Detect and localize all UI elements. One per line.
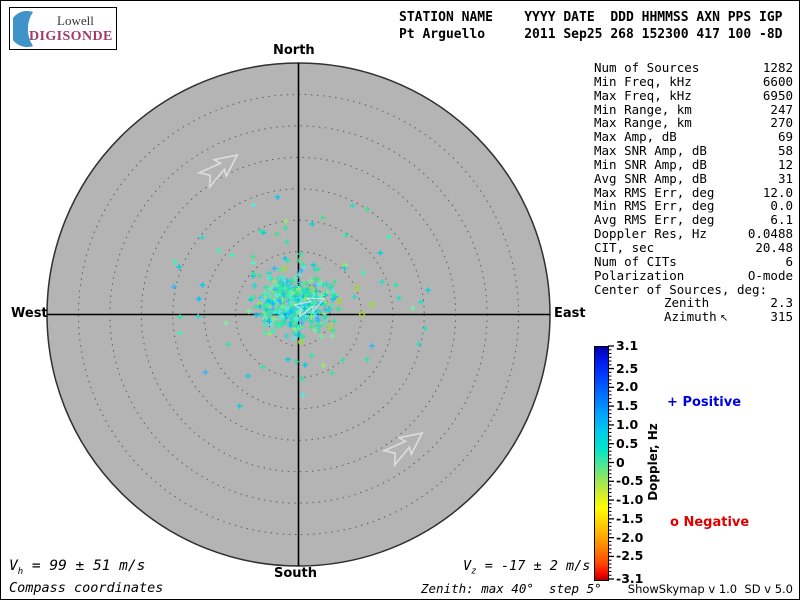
stat-label: Max Amp, dB (594, 129, 677, 145)
stat-value: 6.1 (770, 212, 793, 228)
stat-row: Zenith 2.3 (594, 296, 793, 310)
azimuth-direction-nw-arrow-icon: ↖ (716, 313, 729, 325)
stat-value: 315 (770, 309, 793, 325)
stat-value: 69 (777, 129, 793, 145)
colorbar-tick-label: 1.5 (616, 398, 639, 414)
compass-label-east: East (554, 306, 586, 321)
stat-value: 247 (770, 101, 793, 117)
stat-label: Max RMS Err, deg (594, 184, 715, 200)
stat-row: Max RMS Err, deg 12.0 (594, 184, 793, 200)
lowell-digisonde-logo: Lowell DIGISONDE (9, 7, 117, 50)
software-version: ShowSkymap v 1.0 SD v 5.0 (627, 582, 793, 596)
stat-row: Min RMS Err, deg 0.0 (594, 199, 793, 213)
colorbar-tick-label: -1.5 (616, 510, 644, 526)
stat-value: 0.0 (770, 198, 793, 214)
stat-value: 270 (770, 115, 793, 131)
stat-value: 6950 (762, 87, 793, 103)
station-header: STATION NAME YYYY DATE DDD HHMMSS AXN PP… (399, 9, 783, 43)
brand-lowell: Lowell (57, 13, 94, 28)
vh-symbol: V (9, 558, 18, 574)
stat-row: Doppler Res, Hz 0.0488 (594, 227, 793, 241)
stat-row: CIT, sec 20.48 (594, 241, 793, 255)
header-values: Pt Arguello 2011 Sep25 268 152300 417 10… (399, 27, 783, 42)
stat-value: 0.0488 (747, 226, 793, 242)
stat-label: Num of CITs (594, 253, 677, 269)
stat-value: O-mode (747, 267, 793, 283)
stat-row: Max Amp, dB 69 (594, 130, 793, 144)
stat-row: Min Freq, kHz 6600 (594, 73, 793, 89)
compass-label-south: South (274, 566, 318, 581)
stat-row: Center of Sources, deg: (594, 281, 793, 297)
stat-label: Avg SNR Amp, dB (594, 170, 707, 186)
vz-value: = -17 ± 2 m/s (476, 558, 591, 574)
horizontal-velocity-readout: Vh = 99 ± 51 m/s (9, 558, 145, 577)
plus-marker-icon: + (667, 395, 678, 410)
stat-row: Num of Sources 1282 (594, 61, 793, 75)
stat-label: Doppler Res, Hz (594, 226, 707, 242)
skymap-window: Lowell DIGISONDE STATION NAME YYYY DATE … (0, 0, 800, 600)
circle-marker-icon: o (670, 515, 679, 530)
colorbar-tick-label: 0 (616, 454, 625, 470)
stat-value: 20.48 (755, 239, 793, 255)
stat-label: Min Range, km (594, 101, 692, 117)
stat-value: 1282 (762, 60, 793, 75)
colorbar-tick-label: 3.1 (616, 338, 639, 353)
stat-row: Polarization O-mode (594, 267, 793, 283)
stat-row: Avg SNR Amp, dB 31 (594, 170, 793, 186)
measurement-stats-panel: Num of Sources 1282 Min Freq, kHz 6600 Max F… (594, 61, 793, 326)
colorbar-axis-label: Doppler, Hz (646, 423, 660, 501)
stat-row: Num of CITs 6 (594, 253, 793, 269)
legend-positive: + Positive (667, 395, 741, 410)
vertical-velocity-readout: Vz = -17 ± 2 m/s (463, 558, 590, 577)
stat-label: Azimuth ↖ (664, 309, 729, 325)
stat-value: 6600 (762, 73, 793, 89)
colorbar-tick-label: 1.0 (616, 416, 639, 432)
stat-value: 2.3 (770, 295, 793, 311)
header-columns: STATION NAME YYYY DATE DDD HHMMSS AXN PP… (399, 10, 783, 25)
stat-label: Min SNR Amp, dB (594, 156, 707, 172)
stat-label: Max Range, km (594, 115, 692, 131)
vz-symbol: V (463, 558, 472, 574)
stat-row: Max Freq, kHz 6950 (594, 87, 793, 103)
brand-digisonde: DIGISONDE (29, 29, 113, 44)
zenith-scale-note: Zenith: max 40° step 5° (421, 581, 602, 596)
doppler-colorbar (594, 346, 609, 581)
stat-label: Avg RMS Err, deg (594, 212, 715, 228)
stat-row: Avg RMS Err, deg 6.1 (594, 213, 793, 227)
stat-value: 31 (777, 170, 793, 186)
legend-negative-label: Negative (683, 515, 750, 530)
stat-label: CIT, sec (594, 239, 655, 255)
colorbar-tick-label: -2.5 (616, 548, 644, 564)
stat-label: Min Freq, kHz (594, 73, 692, 89)
stat-value: 12.0 (762, 184, 793, 200)
coordinate-system-note: Compass coordinates (9, 580, 164, 596)
stat-row: Max Range, km 270 (594, 116, 793, 130)
legend-positive-label: Positive (682, 395, 742, 410)
stat-row: Max SNR Amp, dB 58 (594, 144, 793, 158)
stat-label: Polarization (594, 267, 685, 283)
colorbar-tick-label: 2.5 (616, 360, 639, 376)
stat-value: 12 (777, 156, 793, 172)
vh-value: = 99 ± 51 m/s (23, 558, 146, 574)
stat-value: 6 (785, 253, 793, 269)
stat-label: Max SNR Amp, dB (594, 143, 707, 159)
colorbar-tick-label: 0.5 (616, 435, 639, 451)
stat-label: Min RMS Err, deg (594, 198, 715, 214)
stat-label: Num of Sources (594, 60, 700, 75)
stat-label: Zenith (664, 295, 710, 311)
colorbar-tick-label: -2.0 (616, 529, 644, 545)
legend-negative: o Negative (670, 515, 749, 530)
stat-label: Max Freq, kHz (594, 87, 692, 103)
compass-label-west: West (11, 306, 48, 321)
compass-label-north: North (273, 43, 315, 58)
stat-row: Min SNR Amp, dB 12 (594, 158, 793, 172)
stat-value: 58 (777, 143, 793, 159)
stat-row: Azimuth ↖ 315 (594, 310, 793, 326)
stat-label: Center of Sources, deg: (594, 281, 768, 297)
stat-row: Min Range, km 247 (594, 101, 793, 117)
colorbar-tick-label: -1.0 (616, 492, 644, 508)
colorbar-tick-label: 2.0 (616, 379, 639, 395)
colorbar-tick-label: -0.5 (616, 473, 644, 489)
